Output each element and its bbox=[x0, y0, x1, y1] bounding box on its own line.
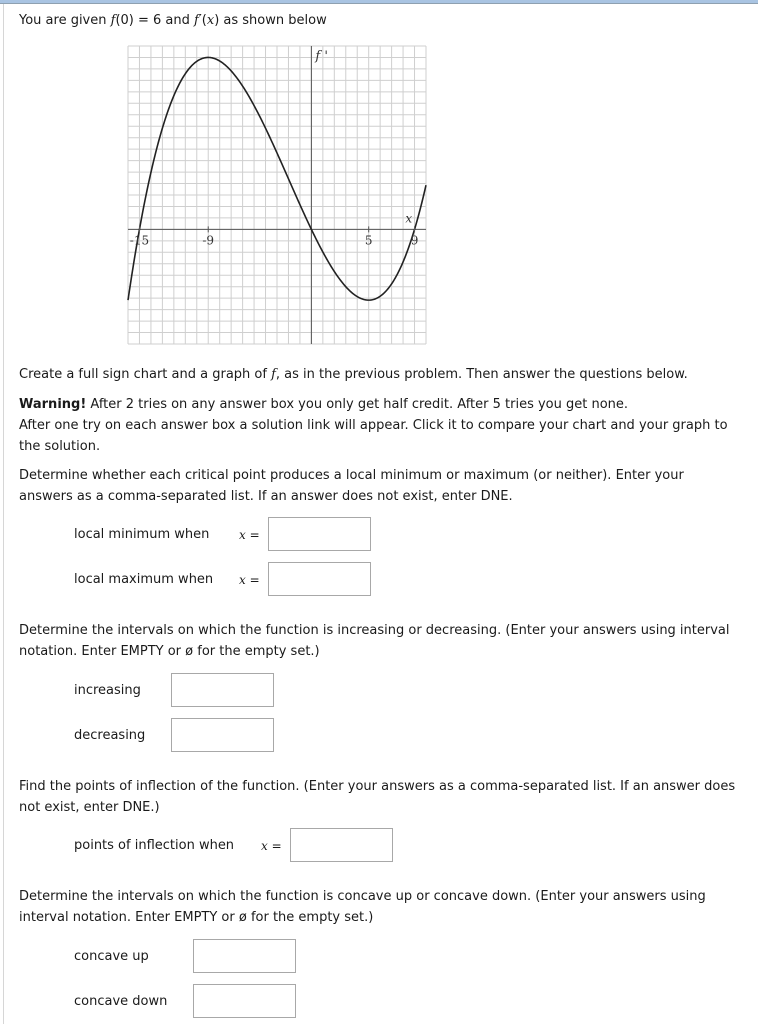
local-min-label: local minimum when bbox=[74, 527, 210, 542]
local-max-label: local maximum when bbox=[74, 572, 214, 587]
equals-sign: = bbox=[245, 528, 260, 542]
warning-block: Warning! After 2 tries on any answer box… bbox=[19, 394, 739, 457]
x-symbol: x bbox=[239, 573, 246, 587]
x-axis-label: x bbox=[405, 211, 412, 225]
inflection-label: points of inflection when bbox=[74, 838, 235, 853]
local-max-input[interactable] bbox=[268, 562, 371, 596]
concave-down-input[interactable] bbox=[193, 984, 296, 1018]
content-left-border bbox=[3, 4, 4, 1024]
local-max-x-eq: x = bbox=[239, 573, 260, 587]
graph-grid bbox=[127, 45, 427, 345]
inflection-x-eq: x = bbox=[261, 839, 282, 853]
extrema-question: Determine whether each critical point pr… bbox=[19, 468, 684, 504]
increasing-input[interactable] bbox=[171, 673, 274, 707]
concave-down-label: concave down bbox=[74, 994, 168, 1009]
tick-label: 9 bbox=[411, 233, 419, 247]
concavity-question: Determine the intervals on which the fun… bbox=[19, 889, 706, 925]
inflection-question: Find the points of inflection of the fun… bbox=[19, 779, 736, 815]
x-symbol: x bbox=[239, 528, 246, 542]
equals-sign: = bbox=[267, 839, 282, 853]
concave-up-label: concave up bbox=[74, 949, 149, 964]
intro-text: You are given bbox=[19, 13, 111, 28]
decreasing-label: decreasing bbox=[74, 728, 146, 743]
tick-label: 5 bbox=[365, 233, 373, 247]
tick-label: -15 bbox=[130, 233, 149, 247]
sign-chart-instruction: Create a full sign chart and a graph of … bbox=[19, 364, 739, 385]
warning-text: After 2 tries on any answer box you only… bbox=[86, 397, 629, 412]
solution-note: After one try on each answer box a solut… bbox=[19, 418, 728, 454]
equals-sign: = bbox=[245, 573, 260, 587]
y-axis-label: f ' bbox=[314, 49, 328, 64]
intro-f0-text: (0) = 6 and bbox=[115, 13, 195, 28]
tick-label: -9 bbox=[202, 233, 214, 247]
concave-up-input[interactable] bbox=[193, 939, 296, 973]
fprime-graph: -15 -9 5 9 f ' x bbox=[127, 45, 427, 345]
local-min-x-eq: x = bbox=[239, 528, 260, 542]
problem-intro: You are given f(0) = 6 and f′(x) as show… bbox=[19, 10, 739, 31]
inflection-input[interactable] bbox=[290, 828, 393, 862]
instruction-text: Create a full sign chart and a graph of bbox=[19, 367, 272, 382]
x-symbol: x bbox=[261, 839, 268, 853]
instruction-text-end: , as in the previous problem. Then answe… bbox=[275, 367, 688, 382]
increasing-label: increasing bbox=[74, 683, 141, 698]
window-top-bar bbox=[0, 0, 758, 4]
intro-end-text: ) as shown below bbox=[214, 13, 327, 28]
local-min-input[interactable] bbox=[268, 517, 371, 551]
prime-mark: ′( bbox=[198, 13, 207, 28]
warning-label: Warning! bbox=[19, 397, 87, 412]
decreasing-input[interactable] bbox=[171, 718, 274, 752]
monotonic-question: Determine the intervals on which the fun… bbox=[19, 623, 730, 659]
